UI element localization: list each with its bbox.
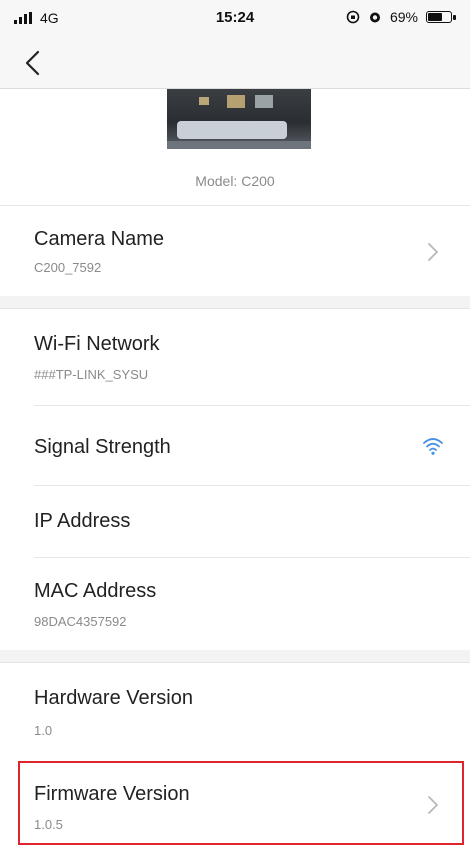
wifi-network-value: ###TP-LINK_SYSU — [34, 367, 149, 382]
hardware-version-label: Hardware Version — [34, 687, 193, 709]
section-gap — [0, 650, 470, 663]
status-bar: 4G 15:24 69% — [0, 0, 470, 40]
ip-address-label: IP Address — [34, 510, 131, 532]
hardware-version-row: Hardware Version 1.0 — [0, 663, 470, 761]
battery-level-fill — [428, 13, 442, 21]
ip-address-row: IP Address — [0, 486, 470, 558]
hardware-version-value: 1.0 — [34, 723, 53, 738]
chevron-left-icon — [25, 50, 40, 76]
camera-name-value: C200_7592 — [34, 260, 102, 275]
model-label: Model: C200 — [195, 173, 275, 189]
mac-address-label: MAC Address — [34, 580, 157, 602]
highlight-box — [18, 761, 464, 845]
camera-header: Model: C200 — [0, 89, 470, 206]
mac-address-row: MAC Address 98DAC4357592 — [0, 558, 470, 650]
back-button[interactable] — [20, 44, 60, 84]
signal-strength-label: Signal Strength — [34, 436, 171, 458]
camera-name-row[interactable]: Camera Name C200_7592 — [0, 206, 470, 296]
battery-icon — [426, 11, 456, 23]
orientation-lock-icon — [346, 10, 360, 24]
alarm-icon — [369, 12, 380, 23]
mac-address-value: 98DAC4357592 — [34, 614, 127, 629]
chevron-right-icon — [428, 243, 438, 261]
wifi-network-label: Wi-Fi Network — [34, 333, 160, 355]
signal-strength-row: Signal Strength — [0, 406, 470, 486]
section-gap — [0, 296, 470, 309]
wifi-icon — [423, 438, 443, 455]
wifi-network-row: Wi-Fi Network ###TP-LINK_SYSU — [0, 309, 470, 406]
status-right: 69% — [346, 9, 456, 25]
camera-thumbnail — [167, 89, 311, 149]
camera-name-label: Camera Name — [34, 228, 165, 250]
nav-bar — [0, 40, 470, 89]
battery-percent: 69% — [389, 9, 418, 25]
